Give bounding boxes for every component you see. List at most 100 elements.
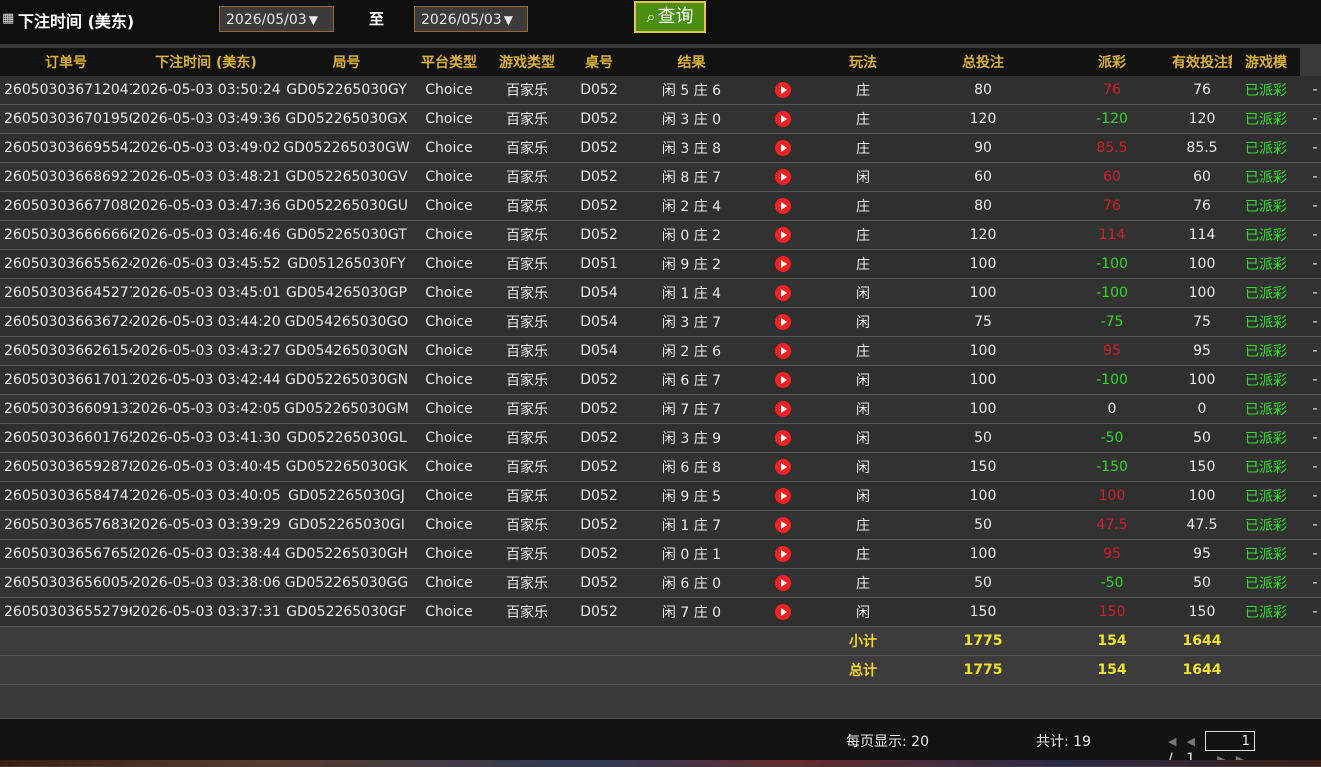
replay-cell[interactable] <box>754 191 812 221</box>
table-row[interactable]: 260503036560054 2026-05-03 03:38:06 GD0522… <box>0 568 1321 598</box>
play-video-icon[interactable] <box>775 517 791 533</box>
play-video-icon[interactable] <box>775 459 791 475</box>
table-row[interactable]: 260503036609133 2026-05-03 03:42:05 GD0522… <box>0 394 1321 424</box>
summary-total-bet: 1775 <box>914 655 1052 685</box>
replay-cell[interactable] <box>754 307 812 337</box>
replay-cell[interactable] <box>754 568 812 598</box>
summary-payout: 154 <box>1052 626 1172 656</box>
table-row[interactable]: 260503036552796 2026-05-03 03:37:31 GD0522… <box>0 597 1321 627</box>
table-row[interactable]: 260503036584741 2026-05-03 03:40:05 GD0522… <box>0 481 1321 511</box>
replay-cell[interactable] <box>754 249 812 279</box>
play-video-icon[interactable] <box>775 198 791 214</box>
game-type-cell: 百家乐 <box>485 568 569 598</box>
replay-cell[interactable] <box>754 365 812 395</box>
bet-time-cell: 2026-05-03 03:41:30 <box>132 423 280 453</box>
column-header: 局号 <box>280 48 413 76</box>
replay-cell[interactable] <box>754 162 812 192</box>
prev-page-icon[interactable]: ◀ <box>1186 735 1194 748</box>
play-video-icon[interactable] <box>775 285 791 301</box>
table-row[interactable]: 260503036601765 2026-05-03 03:41:30 GD0522… <box>0 423 1321 453</box>
game-mode-cell: - <box>1300 510 1321 540</box>
play-video-icon[interactable] <box>775 82 791 98</box>
replay-cell[interactable] <box>754 220 812 250</box>
result-cell: 闲 1 庄 4 <box>629 278 754 308</box>
replay-cell[interactable] <box>754 481 812 511</box>
play-video-icon[interactable] <box>775 314 791 330</box>
status-cell: 已派彩 <box>1232 510 1300 540</box>
game-type-cell: 百家乐 <box>485 394 569 424</box>
play-video-icon[interactable] <box>775 169 791 185</box>
table-row[interactable]: 260503036677080 2026-05-03 03:47:36 GD0522… <box>0 191 1321 221</box>
game-mode-cell: - <box>1300 481 1321 511</box>
round-id-cell: GD054265030GO <box>280 307 413 337</box>
game-type-cell: 百家乐 <box>485 307 569 337</box>
table-row[interactable]: 260503036695542 2026-05-03 03:49:02 GD0522… <box>0 133 1321 163</box>
table-row[interactable]: 260503036655624 2026-05-03 03:45:52 GD0512… <box>0 249 1321 279</box>
table-number-cell: D052 <box>569 481 629 511</box>
replay-cell[interactable] <box>754 104 812 134</box>
replay-cell[interactable] <box>754 423 812 453</box>
play-video-icon[interactable] <box>775 546 791 562</box>
bet-time-cell: 2026-05-03 03:42:44 <box>132 365 280 395</box>
round-id-cell: GD054265030GP <box>280 278 413 308</box>
valid-bet-cell: 50 <box>1172 568 1232 598</box>
replay-cell[interactable] <box>754 452 812 482</box>
date-from-select[interactable]: 2026/05/03 ▼ <box>219 6 334 32</box>
replay-cell[interactable] <box>754 539 812 569</box>
result-cell: 闲 8 庄 7 <box>629 162 754 192</box>
replay-cell[interactable] <box>754 336 812 366</box>
play-video-icon[interactable] <box>775 488 791 504</box>
platform-cell: Choice <box>413 568 485 598</box>
replay-cell[interactable] <box>754 597 812 627</box>
result-cell: 闲 3 庄 0 <box>629 104 754 134</box>
play-video-icon[interactable] <box>775 575 791 591</box>
query-button[interactable]: ⌕ 查询 <box>634 1 706 33</box>
replay-cell[interactable] <box>754 394 812 424</box>
order-id-cell: 260503036666666 <box>0 220 132 250</box>
valid-bet-cell: 100 <box>1172 278 1232 308</box>
round-id-cell: GD052265030GI <box>280 510 413 540</box>
result-cell: 闲 6 庄 0 <box>629 568 754 598</box>
table-row[interactable]: 260503036686921 2026-05-03 03:48:21 GD0522… <box>0 162 1321 192</box>
play-video-icon[interactable] <box>775 140 791 156</box>
play-video-icon[interactable] <box>775 227 791 243</box>
page-number-input[interactable] <box>1204 731 1255 751</box>
order-id-cell: 260503036712041 <box>0 76 132 105</box>
platform-cell: Choice <box>413 481 485 511</box>
table-row[interactable]: 260503036576836 2026-05-03 03:39:29 GD0522… <box>0 510 1321 540</box>
status-cell: 已派彩 <box>1232 104 1300 134</box>
total-bet-cell: 75 <box>914 307 1052 337</box>
game-mode-cell: - <box>1300 365 1321 395</box>
replay-cell[interactable] <box>754 76 812 105</box>
play-video-icon[interactable] <box>775 604 791 620</box>
round-id-cell: GD052265030GG <box>280 568 413 598</box>
table-row[interactable]: 260503036592878 2026-05-03 03:40:45 GD0522… <box>0 452 1321 482</box>
date-to-select[interactable]: 2026/05/03 ▼ <box>414 6 528 32</box>
play-video-icon[interactable] <box>775 372 791 388</box>
play-video-icon[interactable] <box>775 343 791 359</box>
first-page-icon[interactable]: ◀ <box>1168 735 1176 748</box>
replay-cell[interactable] <box>754 510 812 540</box>
table-row[interactable]: 260503036567658 2026-05-03 03:38:44 GD0522… <box>0 539 1321 569</box>
table-row[interactable]: 260503036712041 2026-05-03 03:50:24 GD0522… <box>0 76 1321 105</box>
round-id-cell: GD052265030GX <box>280 104 413 134</box>
replay-cell[interactable] <box>754 278 812 308</box>
table-row[interactable]: 260503036636724 2026-05-03 03:44:20 GD0542… <box>0 307 1321 337</box>
play-video-icon[interactable] <box>775 111 791 127</box>
payout-cell: 150 <box>1052 597 1172 627</box>
play-video-icon[interactable] <box>775 256 791 272</box>
table-row[interactable]: 260503036645277 2026-05-03 03:45:01 GD0542… <box>0 278 1321 308</box>
replay-cell[interactable] <box>754 133 812 163</box>
table-row[interactable]: 260503036626154 2026-05-03 03:43:27 GD0542… <box>0 336 1321 366</box>
result-cell: 闲 0 庄 1 <box>629 539 754 569</box>
game-mode-cell: - <box>1300 104 1321 134</box>
result-cell: 闲 5 庄 6 <box>629 76 754 105</box>
valid-bet-cell: 100 <box>1172 481 1232 511</box>
table-row[interactable]: 260503036666666 2026-05-03 03:46:46 GD0522… <box>0 220 1321 250</box>
play-video-icon[interactable] <box>775 401 791 417</box>
table-row[interactable]: 260503036617011 2026-05-03 03:42:44 GD0522… <box>0 365 1321 395</box>
table-row[interactable]: 260503036701950 2026-05-03 03:49:36 GD0522… <box>0 104 1321 134</box>
result-cell: 闲 2 庄 4 <box>629 191 754 221</box>
summary-label: 小计 <box>812 626 914 656</box>
play-video-icon[interactable] <box>775 430 791 446</box>
